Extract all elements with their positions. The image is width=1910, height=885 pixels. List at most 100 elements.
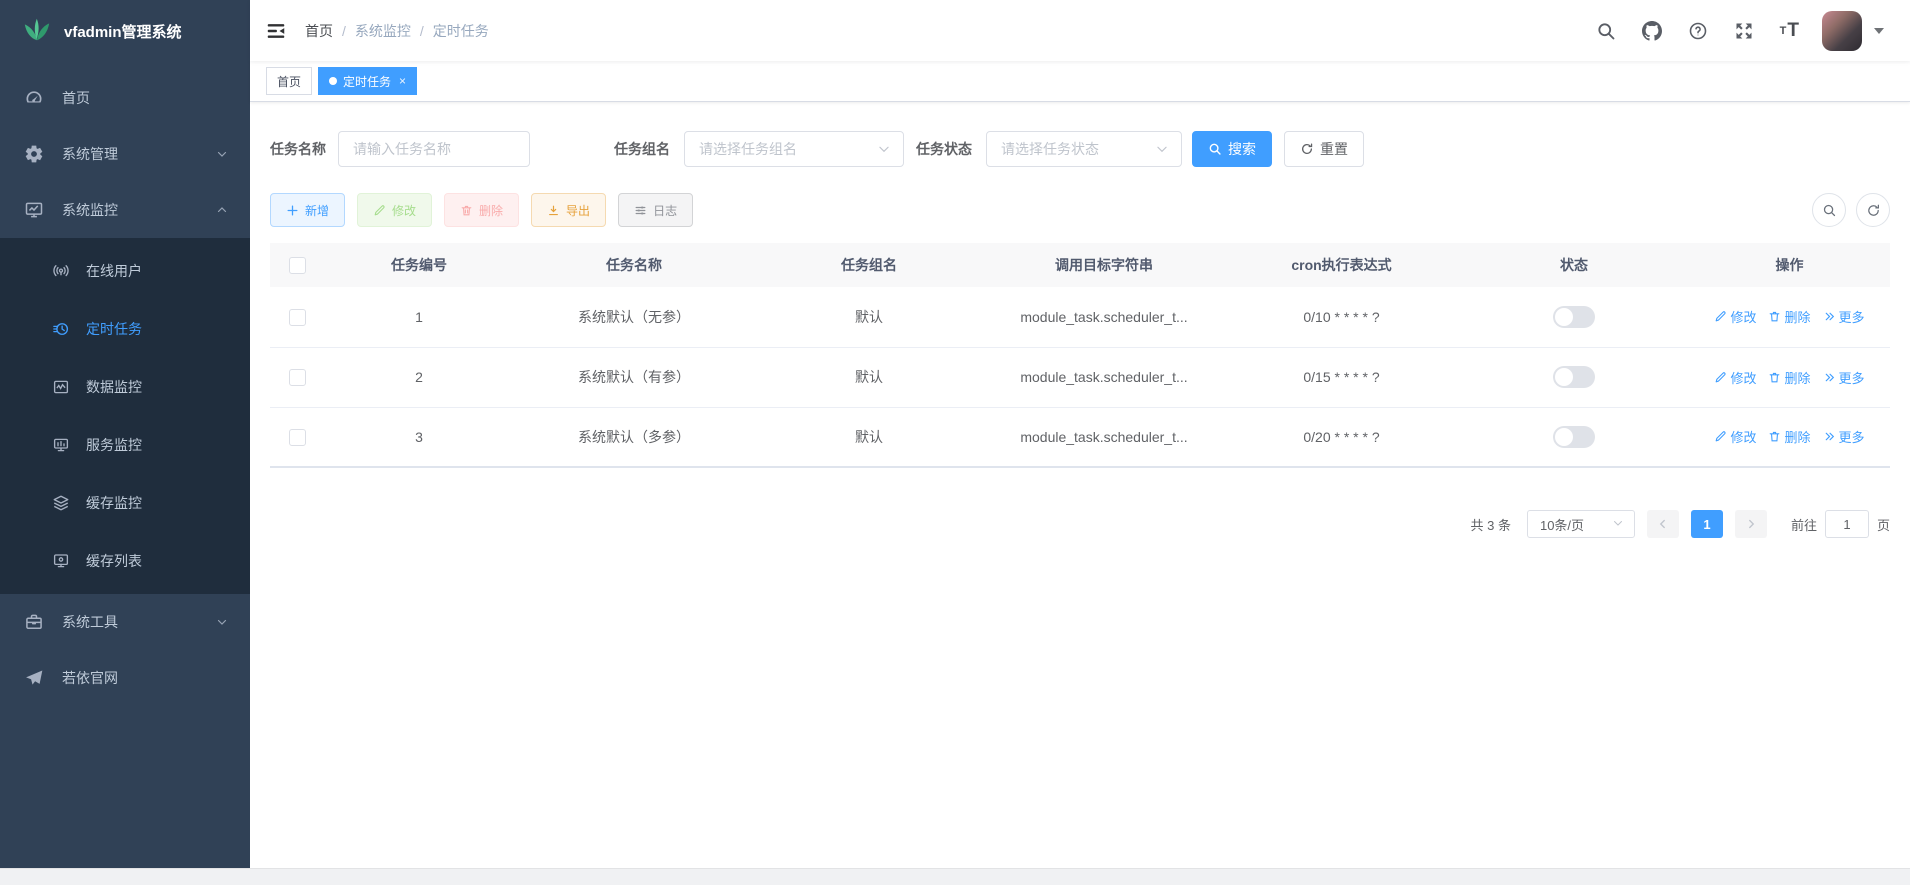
close-icon[interactable]: × [399,74,406,88]
status-toggle[interactable] [1553,426,1595,448]
row-edit-link[interactable]: 修改 [1714,368,1756,387]
font-size-icon[interactable]: TT [1767,0,1812,61]
breadcrumb-separator: / [420,23,424,39]
chevron-down-icon [216,616,228,628]
help-icon[interactable] [1675,0,1721,61]
page-size-select[interactable]: 10条/页 [1527,510,1635,538]
status-toggle[interactable] [1553,366,1595,388]
tab-dot [329,77,337,85]
col-task-id: 任务编号 [324,243,514,287]
row-checkbox[interactable] [289,429,306,446]
screen: vfadmin管理系统 首页 系统管理 [0,0,1910,885]
add-button[interactable]: 新增 [270,193,345,227]
pagination: 共 3 条 10条/页 1 前往 页 [270,510,1890,538]
prev-page-button[interactable] [1647,510,1679,538]
cell-cron-expression: 0/10 * * * * ? [1224,287,1459,347]
github-icon[interactable] [1629,0,1675,61]
export-button[interactable]: 导出 [531,193,606,227]
delete-button[interactable]: 删除 [444,193,519,227]
select-all-checkbox[interactable] [289,257,306,274]
edit-button[interactable]: 修改 [357,193,432,227]
breadcrumb-home[interactable]: 首页 [305,21,333,41]
table-row: 2 系统默认（有参） 默认 module_task.scheduler_t...… [270,347,1890,407]
tasks-table: 任务编号 任务名称 任务组名 调用目标字符串 cron执行表达式 状态 操作 1… [270,243,1890,468]
sidebar-item-label: 缓存列表 [86,551,142,571]
sidebar-item-system-admin[interactable]: 系统管理 [0,126,250,182]
sidebar-item-ruoyi-website[interactable]: 若依官网 [0,650,250,706]
tab-scheduled-tasks[interactable]: 定时任务 × [318,67,417,95]
row-edit-link[interactable]: 修改 [1714,307,1756,326]
row-checkbox[interactable] [289,369,306,386]
tab-label: 定时任务 [343,73,391,90]
app-logo[interactable]: vfadmin管理系统 [0,0,250,62]
breadcrumb-system-monitor: 系统监控 [355,21,411,41]
row-delete-link[interactable]: 删除 [1768,307,1810,326]
row-checkbox[interactable] [289,309,306,326]
pagination-goto: 前往 页 [1791,510,1890,538]
sidebar-item-server-monitor[interactable]: 服务监控 [0,416,250,474]
server-monitor-icon [52,436,70,454]
row-more-link[interactable]: 更多 [1823,307,1865,326]
chevron-up-icon [216,204,228,216]
cell-cron-expression: 0/20 * * * * ? [1224,407,1459,467]
sidebar-fold-icon[interactable] [265,20,287,42]
page-number-button[interactable]: 1 [1691,510,1723,538]
chevron-down-icon [216,148,228,160]
sidebar-item-label: 服务监控 [86,435,142,455]
tab-home[interactable]: 首页 [266,67,312,95]
sidebar-item-home[interactable]: 首页 [0,70,250,126]
avatar[interactable] [1822,11,1862,51]
user-menu[interactable] [1822,11,1894,51]
sidebar-item-system-tools[interactable]: 系统工具 [0,594,250,650]
row-delete-link[interactable]: 删除 [1768,427,1810,446]
task-name-input[interactable] [338,131,530,167]
sidebar-item-data-monitor[interactable]: 数据监控 [0,358,250,416]
page-unit-label: 页 [1877,515,1890,534]
toggle-search-icon[interactable] [1812,193,1846,227]
row-actions: 修改 删除 更多 [1695,307,1884,326]
table-body: 1 系统默认（无参） 默认 module_task.scheduler_t...… [270,287,1890,467]
task-status-select[interactable]: 请选择任务状态 [986,131,1182,167]
table-row: 1 系统默认（无参） 默认 module_task.scheduler_t...… [270,287,1890,347]
row-more-link[interactable]: 更多 [1823,427,1865,446]
sidebar-item-system-monitor[interactable]: 系统监控 [0,182,250,238]
cell-task-id: 1 [324,287,514,347]
leaf-logo-icon [22,14,52,49]
navbar-tools: TT [1583,0,1894,61]
sidebar-item-cache-monitor[interactable]: 缓存监控 [0,474,250,532]
sidebar-item-online-users[interactable]: 在线用户 [0,242,250,300]
search-button[interactable]: 搜索 [1192,131,1272,167]
fullscreen-icon[interactable] [1721,0,1767,61]
row-delete-link[interactable]: 删除 [1768,368,1810,387]
cell-cron-expression: 0/15 * * * * ? [1224,347,1459,407]
status-toggle[interactable] [1553,306,1595,328]
sidebar: vfadmin管理系统 首页 系统管理 [0,0,250,868]
sidebar-item-cache-list[interactable]: 缓存列表 [0,532,250,590]
cell-task-name: 系统默认（无参） [514,287,754,347]
search-icon[interactable] [1583,0,1629,61]
table-header-row: 任务编号 任务名称 任务组名 调用目标字符串 cron执行表达式 状态 操作 [270,243,1890,287]
task-status-placeholder: 请选择任务状态 [1001,139,1099,159]
row-more-link[interactable]: 更多 [1823,368,1865,387]
col-status: 状态 [1459,243,1689,287]
task-group-select[interactable]: 请选择任务组名 [684,131,904,167]
reset-button[interactable]: 重置 [1284,131,1364,167]
page-content: 任务名称 任务组名 请选择任务组名 任务状态 请选择任务状态 搜索 [250,102,1910,868]
cell-task-name: 系统默认（有参） [514,347,754,407]
row-edit-link[interactable]: 修改 [1714,427,1756,446]
chevron-down-icon [877,142,891,156]
log-button[interactable]: 日志 [618,193,693,227]
next-page-button[interactable] [1735,510,1767,538]
sidebar-item-label: 系统管理 [62,144,216,164]
toolbox-icon [24,612,44,632]
chevron-down-icon [1155,142,1169,156]
horizontal-scrollbar[interactable] [0,868,1910,885]
breadcrumb-separator: / [342,23,346,39]
caret-down-icon[interactable] [1874,28,1884,34]
sidebar-item-scheduled-tasks[interactable]: 定时任务 [0,300,250,358]
refresh-icon[interactable] [1856,193,1890,227]
broadcast-icon [52,262,70,280]
goto-page-input[interactable] [1825,510,1869,538]
cell-task-group: 默认 [754,407,984,467]
search-form: 任务名称 任务组名 请选择任务组名 任务状态 请选择任务状态 搜索 [270,131,1890,167]
